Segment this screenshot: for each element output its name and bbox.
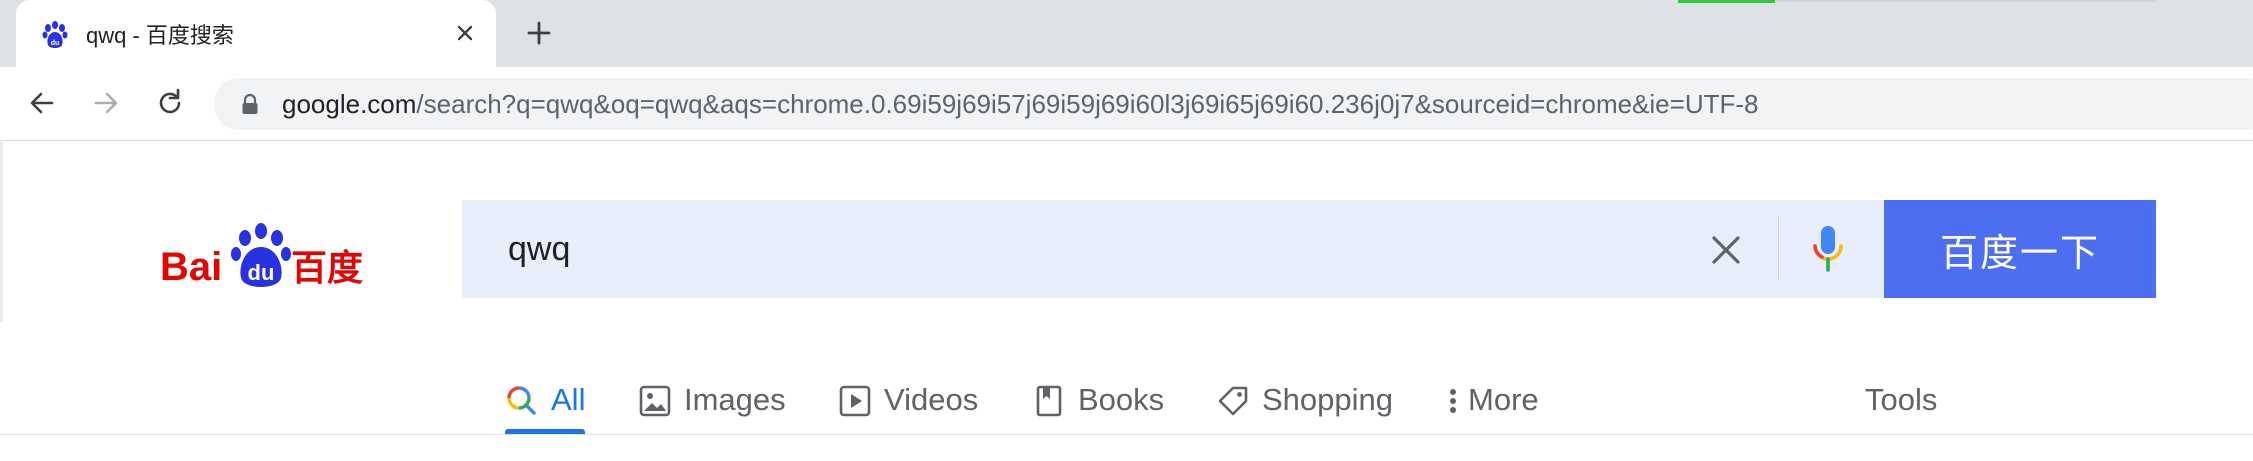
- url-host: google.com: [282, 89, 417, 119]
- tab-videos[interactable]: Videos: [838, 342, 978, 434]
- search-icon: [507, 386, 536, 415]
- tab-label: Videos: [884, 382, 979, 417]
- tag-icon: [1218, 386, 1248, 416]
- baidu-logo[interactable]: Bai du 百度: [158, 220, 368, 292]
- search-results-page: Bai du 百度 百度一下: [0, 142, 2253, 461]
- new-tab-icon[interactable]: [522, 16, 556, 50]
- url-text[interactable]: google.com/search?q=qwq&oq=qwq&aqs=chrom…: [282, 89, 1758, 120]
- book-icon: [1036, 385, 1062, 417]
- tab-shopping[interactable]: Shopping: [1216, 342, 1393, 434]
- search-input[interactable]: [508, 224, 1708, 274]
- tab-label: Shopping: [1262, 382, 1394, 417]
- tools-label: Tools: [1865, 382, 1938, 417]
- tab-images[interactable]: Images: [638, 342, 786, 434]
- tab-label: More: [1468, 382, 1539, 417]
- baidu-paw-icon: du: [42, 21, 68, 48]
- tab-label: Books: [1078, 382, 1165, 417]
- logo-text-baidu-cn: 百度: [291, 248, 363, 289]
- tab-more[interactable]: More: [1446, 342, 1539, 434]
- tabs-divider: [0, 434, 2253, 435]
- tab-title: qwq - 百度搜索: [86, 23, 234, 48]
- search-nav-tabs: All Images Videos Books Shopping More To…: [0, 342, 2253, 434]
- image-icon: [639, 385, 671, 417]
- tab-strip-divider: [1775, 0, 2155, 2]
- page-edge: [0, 142, 3, 322]
- video-icon: [839, 385, 871, 417]
- back-arrow-icon[interactable]: [24, 85, 60, 121]
- search-box-divider: [1778, 216, 1779, 280]
- search-box: [462, 200, 1886, 298]
- browser-toolbar: google.com/search?q=qwq&oq=qwq&aqs=chrom…: [0, 67, 2253, 141]
- logo-text-du: du: [248, 260, 275, 285]
- tools-button[interactable]: Tools: [1865, 342, 1937, 434]
- tab-label: All: [551, 382, 586, 417]
- url-path: /search?q=qwq&oq=qwq&aqs=chrome.0.69i59j…: [416, 89, 1759, 119]
- logo-text-bai: Bai: [160, 245, 222, 289]
- reload-icon[interactable]: [152, 85, 188, 121]
- tab-all[interactable]: All: [505, 342, 585, 434]
- lock-icon[interactable]: [240, 93, 260, 115]
- forward-arrow-icon[interactable]: [88, 85, 124, 121]
- browser-tab-strip: du qwq - 百度搜索: [0, 0, 2253, 67]
- baidu-search-button[interactable]: 百度一下: [1884, 200, 2156, 298]
- tab-books[interactable]: Books: [1032, 342, 1164, 434]
- svg-text:du: du: [51, 40, 60, 47]
- browser-tab-active[interactable]: du qwq - 百度搜索: [16, 0, 496, 67]
- tab-strip-accent: [1678, 0, 1775, 3]
- close-tab-icon[interactable]: [450, 18, 480, 48]
- tab-label: Images: [684, 382, 786, 417]
- clear-search-icon[interactable]: [1708, 232, 1744, 268]
- address-bar[interactable]: google.com/search?q=qwq&oq=qwq&aqs=chrom…: [214, 78, 2253, 130]
- more-vert-icon: [1450, 389, 1456, 413]
- microphone-icon[interactable]: [1808, 222, 1848, 278]
